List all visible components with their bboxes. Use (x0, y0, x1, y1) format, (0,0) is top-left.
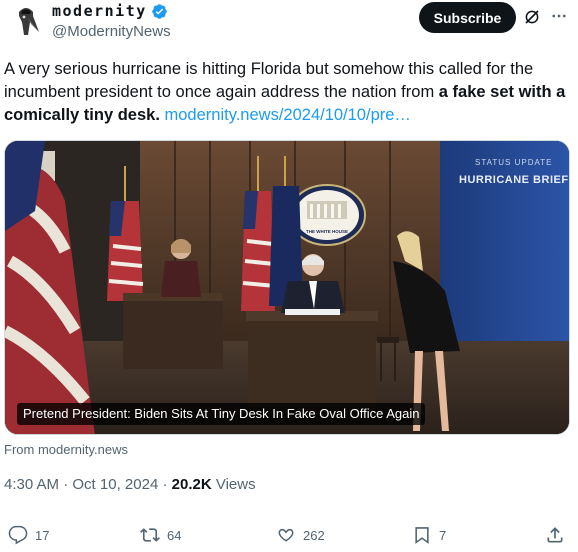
grok-icon[interactable] (521, 6, 543, 28)
seal-text: THE WHITE HOUSE (306, 229, 348, 234)
bookmark-count: 7 (439, 527, 447, 543)
tweet-date[interactable]: Oct 10, 2024 (72, 476, 158, 493)
avatar[interactable] (6, 2, 46, 42)
meta-separator: · (162, 476, 172, 493)
tweet-link[interactable]: modernity.news/2024/10/10/pre… (165, 106, 411, 124)
repost-count: 64 (167, 527, 182, 543)
tweet-meta: 4:30 AM · Oct 10, 2024 · 20.2K Views (4, 476, 256, 493)
bookmark-button[interactable]: 7 (412, 520, 446, 550)
like-button[interactable]: 262 (276, 520, 325, 550)
plague-doctor-logo-icon (6, 2, 46, 42)
sign-line1: STATUS UPDATE (475, 158, 552, 167)
reply-icon (8, 525, 28, 545)
display-name[interactable]: modernity (52, 2, 147, 20)
tweet-header: modernity @ModernityNews Subscribe (0, 0, 578, 50)
views-label: Views (215, 476, 256, 493)
subscribe-button[interactable]: Subscribe (419, 2, 516, 33)
name-row: modernity (52, 2, 168, 20)
media-image[interactable]: STATUS UPDATE HURRICANE BRIEF THE WHITE … (4, 140, 570, 435)
tweet-time[interactable]: 4:30 AM (4, 476, 59, 493)
views-count: 20.2K (171, 476, 212, 493)
reply-button[interactable]: 17 (8, 520, 49, 550)
repost-icon (140, 528, 160, 542)
tweet-text: A very serious hurricane is hitting Flor… (4, 58, 572, 127)
share-button[interactable] (545, 520, 565, 550)
like-count: 262 (303, 527, 325, 543)
sign-line2: HURRICANE BRIEF (459, 174, 569, 186)
heart-icon (278, 528, 294, 542)
verified-badge-icon (151, 3, 168, 20)
repost-button[interactable]: 64 (140, 520, 181, 550)
media-caption: Pretend President: Biden Sits At Tiny De… (17, 403, 426, 425)
more-horizontal-icon[interactable] (547, 5, 571, 27)
card-source-link[interactable]: From modernity.news (4, 442, 128, 457)
press-briefing-photo: STATUS UPDATE HURRICANE BRIEF THE WHITE … (5, 141, 569, 434)
reply-count: 17 (35, 527, 50, 543)
action-bar: 17 64 262 7 (0, 520, 578, 550)
meta-separator: · (63, 476, 73, 493)
bookmark-icon (415, 527, 429, 544)
share-icon (547, 527, 563, 543)
handle[interactable]: @ModernityNews (52, 23, 171, 40)
